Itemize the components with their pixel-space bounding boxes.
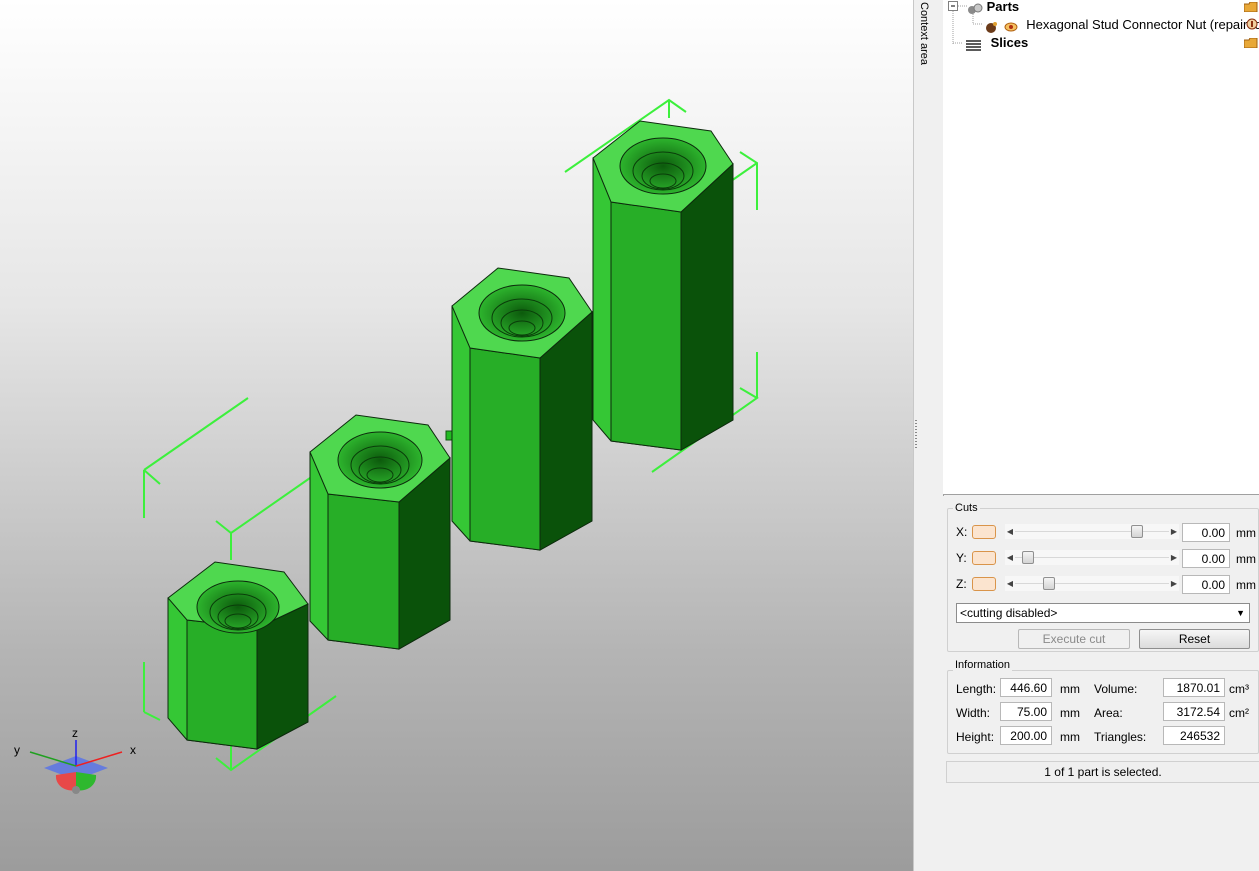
cut-y-unit: mm [1236,552,1256,566]
cut-y-label: Y: [956,551,967,565]
triangles-value: 246532 [1163,726,1225,745]
information-title: Information [953,659,1013,671]
slices-icon [965,38,983,51]
width-label: Width: [956,706,991,720]
splitter-grip[interactable] [915,420,917,450]
axis-y-label: y [14,743,20,757]
part-status-icon [985,20,999,33]
cut-z-slider-thumb[interactable] [1043,577,1055,590]
nut-2[interactable] [309,414,451,650]
width-value: 75.00 [1000,702,1052,721]
volume-label: Volume: [1094,682,1138,696]
nut-3[interactable] [451,267,593,551]
chevron-down-icon: ▼ [1236,608,1245,618]
length-value: 446.60 [1000,678,1052,697]
parts-tree[interactable]: Parts Hexagonal Stud Connector Nut (repa… [943,0,1259,495]
cut-x-label: X: [956,525,968,539]
cut-z-slider[interactable]: ◀ ▶ [1005,576,1179,591]
cut-x-toggle[interactable] [972,525,996,539]
volume-value: 1870.01 [1163,678,1225,697]
axis-z-label: z [72,726,78,740]
cutting-mode-select[interactable]: <cutting disabled> ▼ [956,603,1250,623]
properties-panel: Cuts X: ◀ ▶ 0.00 mm Y: ◀ ▶ 0.00 mm Z: ◀ … [943,496,1259,871]
length-unit: mm [1060,682,1080,696]
cut-z-label: Z: [956,577,967,591]
height-value: 200.00 [1000,726,1052,745]
cut-x-slider-thumb[interactable] [1131,525,1143,538]
scene-canvas[interactable]: z x y [0,0,913,871]
axis-gizmo: z x y [14,726,136,794]
cut-y-slider[interactable]: ◀ ▶ [1005,550,1179,565]
tree-item-slices[interactable]: Slices [965,34,1028,52]
cut-z-toggle[interactable] [972,577,996,591]
triangles-label: Triangles: [1094,730,1147,744]
selection-status: 1 of 1 part is selected. [946,761,1259,783]
cut-x-unit: mm [1236,526,1256,540]
part-name-label: Hexagonal Stud Connector Nut (repaired) [1026,17,1259,32]
folder-icon[interactable] [1243,1,1258,13]
height-label: Height: [956,730,995,744]
height-unit: mm [1060,730,1080,744]
width-unit: mm [1060,706,1080,720]
cut-x-slider[interactable]: ◀ ▶ [1005,524,1179,539]
tree-item-part[interactable]: Hexagonal Stud Connector Nut (repaired) [985,16,1259,34]
tree-item-parts[interactable]: Parts [967,0,1019,16]
3d-viewport[interactable]: z x y [0,0,913,871]
cutting-mode-value: <cutting disabled> [960,606,1058,620]
cut-y-slider-thumb[interactable] [1022,551,1034,564]
cut-z-input[interactable]: 0.00 [1182,575,1230,594]
slices-label: Slices [990,35,1029,50]
cut-y-input[interactable]: 0.00 [1182,549,1230,568]
cuts-title: Cuts [953,502,980,514]
area-unit: cm² [1229,706,1249,720]
reset-button[interactable]: Reset [1139,629,1250,649]
parts-group-icon [967,2,983,14]
volume-unit: cm³ [1229,682,1249,696]
context-area-label[interactable]: Context area [918,2,930,65]
eye-icon[interactable] [1003,20,1019,32]
nut-1[interactable] [167,561,309,750]
repair-badge-icon[interactable] [1246,18,1258,30]
context-area-strip[interactable] [913,0,944,871]
parts-label: Parts [986,0,1020,14]
length-label: Length: [956,682,997,696]
area-label: Area: [1094,706,1123,720]
cut-x-input[interactable]: 0.00 [1182,523,1230,542]
cut-z-unit: mm [1236,578,1256,592]
execute-cut-button[interactable]: Execute cut [1018,629,1130,649]
area-value: 3172.54 [1163,702,1225,721]
cut-y-toggle[interactable] [972,551,996,565]
axis-x-label: x [130,743,136,757]
nut-4[interactable] [592,120,734,451]
folder-icon[interactable] [1243,37,1258,49]
